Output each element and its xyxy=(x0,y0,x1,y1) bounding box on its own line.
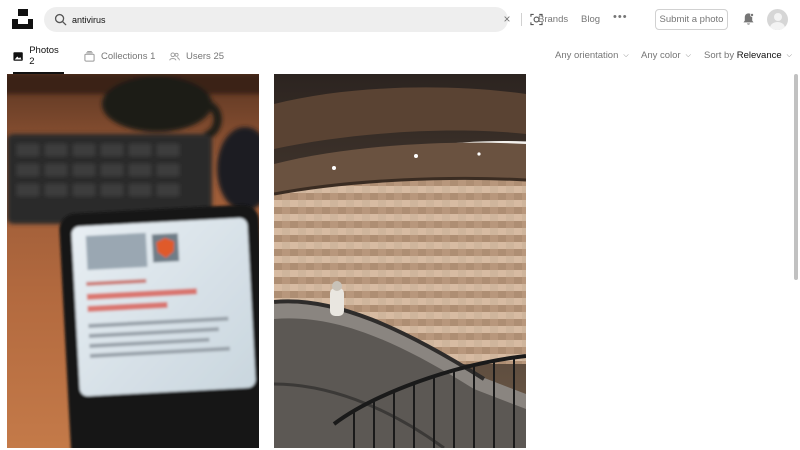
color-filter-label: Any color xyxy=(641,50,681,61)
chevron-down-icon: ⌵ xyxy=(786,52,792,59)
photo-escalator-image xyxy=(274,74,526,448)
search-icon[interactable] xyxy=(54,13,67,26)
avatar-head xyxy=(773,13,782,21)
color-filter-dropdown[interactable]: Any color ⌵ xyxy=(641,50,691,62)
avatar-body xyxy=(770,22,785,30)
unsplash-logo-icon[interactable] xyxy=(12,9,33,29)
tab-users-label: Users 25 xyxy=(186,50,225,62)
sort-value-label: Relevance xyxy=(736,50,782,61)
tab-collections[interactable]: Collections 1 xyxy=(84,38,155,74)
chevron-down-icon: ⌵ xyxy=(623,52,629,59)
page-scrollbar[interactable] xyxy=(794,74,798,280)
tab-photos[interactable]: Photos 2 xyxy=(13,38,64,74)
top-navigation-bar: × Brands Blog ••• Submit a photo xyxy=(0,0,800,38)
logo-top-block xyxy=(17,9,28,16)
tab-photos-label: Photos 2 xyxy=(29,45,59,67)
search-bar[interactable]: × xyxy=(44,7,543,32)
search-results-tabs: Photos 2 Collections 1 Users 25 Any orie… xyxy=(0,38,800,74)
photo-card-escalator[interactable] xyxy=(274,74,526,448)
search-divider xyxy=(521,13,522,26)
clear-icon[interactable]: × xyxy=(501,13,513,25)
tab-collections-label: Collections 1 xyxy=(101,50,156,62)
collections-icon xyxy=(84,50,95,62)
photo-icon xyxy=(13,51,23,61)
orientation-filter-label: Any orientation xyxy=(555,50,619,61)
bell-icon[interactable] xyxy=(742,12,755,26)
logo-notch xyxy=(17,19,28,24)
photo-phone-antivirus-image xyxy=(7,74,259,448)
tab-users[interactable]: Users 25 xyxy=(169,38,224,74)
sort-prefix-label: Sort by xyxy=(704,50,735,61)
orientation-filter-dropdown[interactable]: Any orientation ⌵ xyxy=(555,50,629,62)
nav-brands-link[interactable]: Brands xyxy=(538,14,568,25)
search-input[interactable] xyxy=(72,9,452,30)
chevron-down-icon: ⌵ xyxy=(685,52,691,59)
photo-card-phone-antivirus[interactable] xyxy=(7,74,259,448)
sort-dropdown[interactable]: Sort by Relevance ⌵ xyxy=(704,50,792,62)
more-menu-button[interactable]: ••• xyxy=(613,12,628,23)
users-icon xyxy=(169,51,180,60)
submit-photo-button[interactable]: Submit a photo xyxy=(655,9,728,30)
nav-blog-link[interactable]: Blog xyxy=(581,14,600,25)
user-avatar-icon[interactable] xyxy=(767,9,788,30)
